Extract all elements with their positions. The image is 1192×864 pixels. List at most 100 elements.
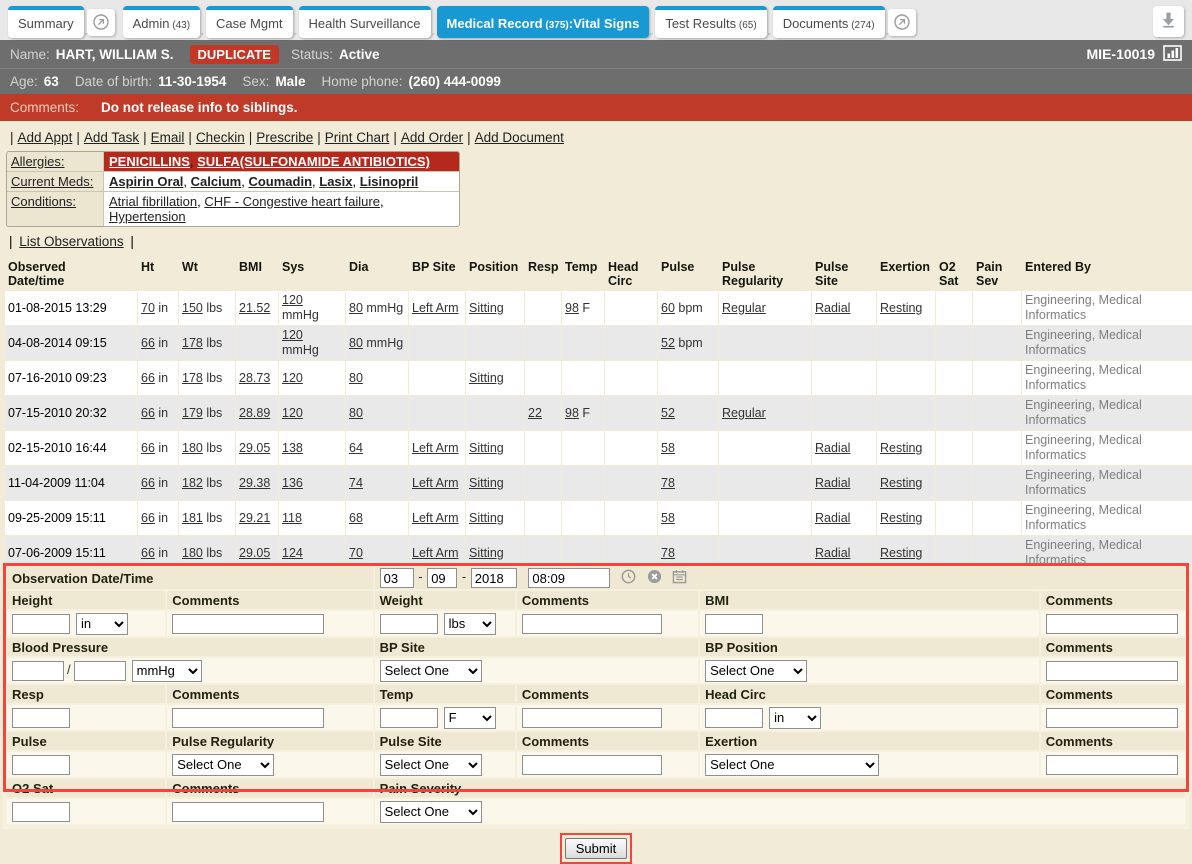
dia-value-link[interactable]: 68 — [349, 511, 363, 525]
comments-input[interactable] — [1046, 755, 1178, 775]
tab-documents[interactable]: Documents (274) — [773, 6, 885, 38]
ht-value-link[interactable]: 70 — [141, 301, 155, 315]
position-value-link[interactable]: Sitting — [469, 476, 504, 490]
comments-input[interactable] — [522, 614, 662, 634]
tab-medical-record-vital-signs[interactable]: Medical Record (375):Vital Signs — [437, 6, 650, 38]
comments-input[interactable] — [1046, 661, 1178, 681]
action-link-add-appt[interactable]: Add Appt — [18, 130, 73, 145]
tab-test-results[interactable]: Test Results (65) — [655, 6, 766, 38]
exertion-value-link[interactable]: Resting — [880, 546, 922, 560]
height-unit-select[interactable]: in — [76, 613, 128, 635]
bp-site-value-link[interactable]: Left Arm — [412, 511, 459, 525]
exertion-value-link[interactable]: Resting — [880, 441, 922, 455]
sys-value-link[interactable]: 124 — [282, 546, 303, 560]
calendar-icon[interactable] — [672, 569, 687, 587]
temp-unit-select[interactable]: F — [444, 707, 496, 729]
action-link-checkin[interactable]: Checkin — [196, 130, 245, 145]
med-link-lasix[interactable]: Lasix — [319, 174, 352, 189]
position-value-link[interactable]: Sitting — [469, 371, 504, 385]
pain-severity-select[interactable]: Select One — [380, 801, 482, 823]
current-meds-label-link[interactable]: Current Meds: — [11, 174, 93, 189]
bp-site-select[interactable]: Select One — [380, 660, 482, 682]
wt-value-link[interactable]: 180 — [182, 546, 203, 560]
tab-summary[interactable]: Summary — [8, 6, 84, 38]
ht-value-link[interactable]: 66 — [141, 371, 155, 385]
wt-value-link[interactable]: 178 — [182, 336, 203, 350]
med-link-lisinopril[interactable]: Lisinopril — [360, 174, 419, 189]
pulse-site-value-link[interactable]: Radial — [815, 441, 850, 455]
bp-diastolic-input[interactable] — [74, 661, 126, 681]
temp-value-link[interactable]: 98 — [565, 301, 579, 315]
resp-input[interactable] — [12, 708, 70, 728]
pulse-value-link[interactable]: 58 — [661, 441, 675, 455]
bp-site-value-link[interactable]: Left Arm — [412, 546, 459, 560]
action-link-prescribe[interactable]: Prescribe — [256, 130, 313, 145]
position-value-link[interactable]: Sitting — [469, 301, 504, 315]
exertion-value-link[interactable]: Resting — [880, 476, 922, 490]
position-value-link[interactable]: Sitting — [469, 441, 504, 455]
med-link-aspirin-oral[interactable]: Aspirin Oral — [109, 174, 183, 189]
condition-link-hypertension[interactable]: Hypertension — [109, 209, 186, 224]
bmi-value-link[interactable]: 21.52 — [239, 301, 270, 315]
bp-site-value-link[interactable]: Left Arm — [412, 441, 459, 455]
sys-value-link[interactable]: 120 — [282, 328, 303, 342]
comments-input[interactable] — [522, 708, 662, 728]
ht-value-link[interactable]: 66 — [141, 476, 155, 490]
dia-value-link[interactable]: 74 — [349, 476, 363, 490]
pulse-input[interactable] — [12, 755, 70, 775]
bp-systolic-input[interactable] — [12, 661, 64, 681]
bmi-value-link[interactable]: 29.38 — [239, 476, 270, 490]
pulse-site-value-link[interactable]: Radial — [815, 301, 850, 315]
popout-button[interactable] — [87, 9, 115, 36]
dia-value-link[interactable]: 70 — [349, 546, 363, 560]
bp-site-value-link[interactable]: Left Arm — [412, 476, 459, 490]
pulse-value-link[interactable]: 52 — [661, 406, 675, 420]
wt-value-link[interactable]: 178 — [182, 371, 203, 385]
exertion-value-link[interactable]: Resting — [880, 511, 922, 525]
action-link-email[interactable]: Email — [151, 130, 185, 145]
pulse-site-value-link[interactable]: Radial — [815, 511, 850, 525]
popout-button[interactable] — [888, 9, 916, 36]
action-link-print-chart[interactable]: Print Chart — [325, 130, 390, 145]
exertion-value-link[interactable]: Resting — [880, 301, 922, 315]
allergy-link-sulfa-sulfonamide-antibiotics[interactable]: SULFA(SULFONAMIDE ANTIBIOTICS) — [197, 154, 430, 169]
wt-value-link[interactable]: 182 — [182, 476, 203, 490]
med-link-coumadin[interactable]: Coumadin — [248, 174, 312, 189]
pulse-value-link[interactable]: 60 — [661, 301, 675, 315]
dia-value-link[interactable]: 80 — [349, 371, 363, 385]
comments-input[interactable] — [172, 708, 324, 728]
date-month-input[interactable] — [380, 568, 414, 588]
list-observations-link[interactable]: List Observations — [19, 234, 123, 249]
bp-unit-select[interactable]: mmHg — [132, 660, 202, 682]
comments-input[interactable] — [172, 614, 324, 634]
head-circ-input[interactable] — [705, 708, 763, 728]
resp-value-link[interactable]: 22 — [528, 406, 542, 420]
tab-case-mgmt[interactable]: Case Mgmt — [206, 6, 292, 38]
condition-link-atrial-fibrillation[interactable]: Atrial fibrillation — [109, 194, 197, 209]
exertion-select[interactable]: Select One — [705, 754, 879, 776]
allergy-link-penicillins[interactable]: PENICILLINS — [109, 154, 190, 169]
pulse-regularity-select[interactable]: Select One — [172, 754, 274, 776]
tab-admin[interactable]: Admin (43) — [123, 6, 200, 38]
temp-value-link[interactable]: 98 — [565, 406, 579, 420]
wt-value-link[interactable]: 180 — [182, 441, 203, 455]
time-input[interactable] — [528, 568, 610, 588]
dia-value-link[interactable]: 80 — [349, 406, 363, 420]
bmi-value-link[interactable]: 29.05 — [239, 441, 270, 455]
conditions-label-link[interactable]: Conditions: — [11, 194, 76, 209]
sys-value-link[interactable]: 120 — [282, 293, 303, 307]
bmi-value-link[interactable]: 28.73 — [239, 371, 270, 385]
bp-site-value-link[interactable]: Left Arm — [412, 301, 459, 315]
ht-value-link[interactable]: 66 — [141, 441, 155, 455]
condition-link-chf-congestive-heart-failure[interactable]: CHF - Congestive heart failure — [204, 194, 380, 209]
bmi-input[interactable] — [705, 614, 763, 634]
sys-value-link[interactable]: 118 — [282, 511, 302, 525]
tab-health-surveillance[interactable]: Health Surveillance — [299, 6, 431, 38]
download-button[interactable] — [1153, 6, 1184, 37]
clock-icon[interactable] — [621, 569, 636, 587]
comments-input[interactable] — [172, 802, 324, 822]
weight-unit-select[interactable]: lbs — [444, 613, 496, 635]
growth-chart-icon[interactable] — [1163, 45, 1182, 64]
sys-value-link[interactable]: 120 — [282, 406, 303, 420]
comments-input[interactable] — [1046, 614, 1178, 634]
